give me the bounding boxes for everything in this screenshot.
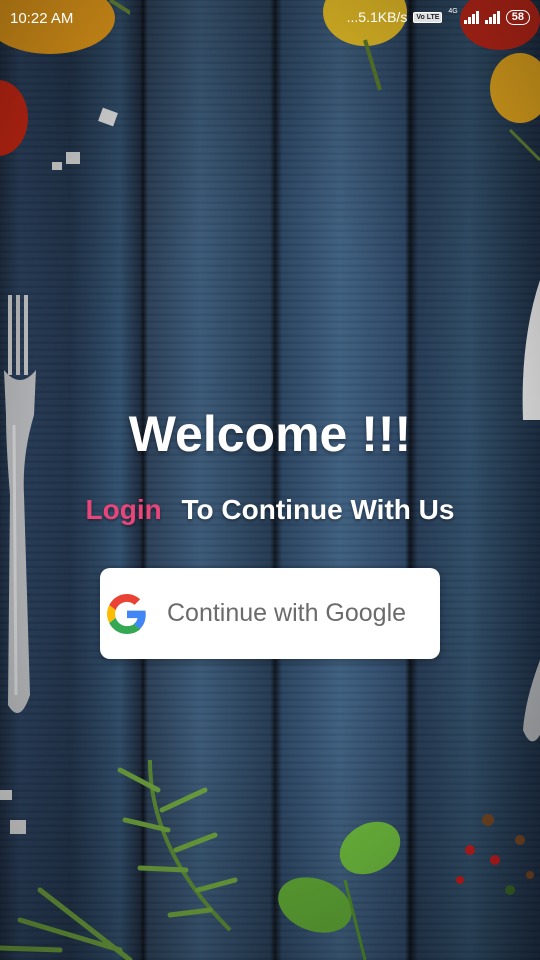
login-screen: 10:22 AM ...5.1KB/s Vo LTE 4G 58 Welcome… [0, 0, 540, 960]
status-time: 10:22 AM [10, 10, 74, 27]
wood-texture [0, 0, 540, 960]
peppercorns-icon [456, 814, 534, 895]
google-button-label: Continue with Google [167, 599, 407, 627]
network-speed: ...5.1KB/s [346, 9, 408, 25]
salt-flakes-icon [52, 107, 118, 170]
signal-strength-icon [463, 10, 479, 24]
continue-with-google-button[interactable]: Continue with Google [100, 568, 440, 659]
battery-icon: 58 [505, 9, 530, 25]
tagline-text: To Continue With Us [181, 494, 455, 525]
network-type: 4G [448, 7, 458, 15]
status-icons: ...5.1KB/s Vo LTE 4G 58 [346, 7, 530, 25]
vignette-overlay [0, 0, 540, 960]
google-logo-icon [107, 593, 146, 634]
login-tagline: Login To Continue With Us [0, 494, 540, 526]
status-bar: 10:22 AM ...5.1KB/s Vo LTE 4G 58 [0, 0, 540, 36]
basil-leaves-icon [278, 821, 401, 960]
signal-strength-2-icon [484, 10, 500, 24]
rosemary-icon [0, 759, 238, 960]
login-link[interactable]: Login [86, 494, 162, 525]
welcome-title: Welcome !!! [128, 406, 412, 462]
volte-icon: Vo LTE [413, 11, 443, 23]
